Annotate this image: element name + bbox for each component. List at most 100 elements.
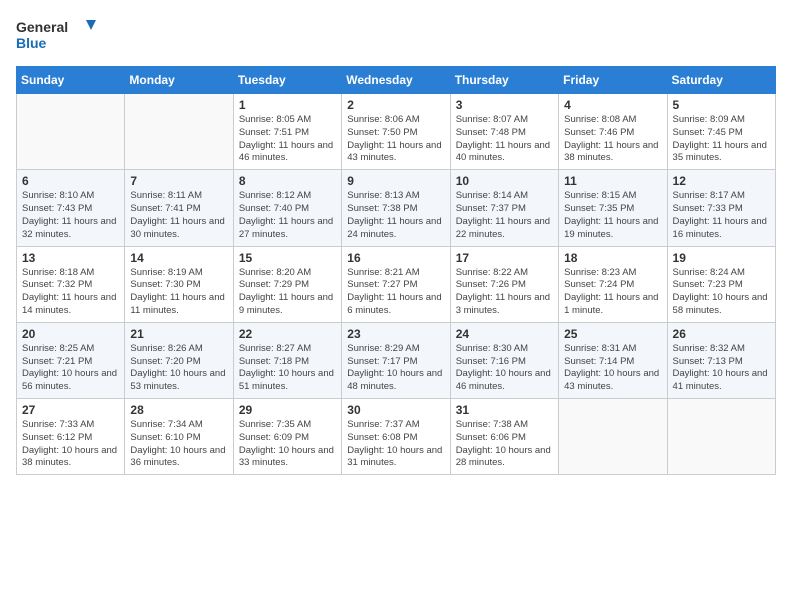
day-info: Sunrise: 8:17 AM Sunset: 7:33 PM Dayligh… <box>673 190 770 241</box>
calendar-day-cell: 10 Sunrise: 8:14 AM Sunset: 7:37 PM Dayli… <box>450 170 558 246</box>
calendar-day-cell: 12 Sunrise: 8:17 AM Sunset: 7:33 PM Dayli… <box>667 170 775 246</box>
day-info: Sunrise: 8:15 AM Sunset: 7:35 PM Dayligh… <box>564 190 661 241</box>
day-number: 11 <box>564 174 661 188</box>
calendar-day-cell: 26Sunrise: 8:32 AM Sunset: 7:13 PM Dayli… <box>667 322 775 398</box>
day-info: Sunrise: 8:07 AM Sunset: 7:48 PM Dayligh… <box>456 114 553 165</box>
day-number: 2 <box>347 98 444 112</box>
day-number: 22 <box>239 327 336 341</box>
day-number: 12 <box>673 174 770 188</box>
day-number: 28 <box>130 403 227 417</box>
calendar-week-row: 1 Sunrise: 8:05 AM Sunset: 7:51 PM Daylig… <box>17 94 776 170</box>
day-number: 23 <box>347 327 444 341</box>
calendar-day-cell: 22 Sunrise: 8:27 AM Sunset: 7:18 PM Dayli… <box>233 322 341 398</box>
day-info: Sunrise: 8:29 AM Sunset: 7:17 PM Dayligh… <box>347 343 444 394</box>
calendar-day-cell: 6 Sunrise: 8:10 AM Sunset: 7:43 PM Daylig… <box>17 170 125 246</box>
calendar-day-cell: 15 Sunrise: 8:20 AM Sunset: 7:29 PM Dayli… <box>233 246 341 322</box>
calendar-day-cell: 2Sunrise: 8:06 AM Sunset: 7:50 PM Daylig… <box>342 94 450 170</box>
calendar-day-cell: 20 Sunrise: 8:25 AM Sunset: 7:21 PM Dayli… <box>17 322 125 398</box>
calendar-day-cell: 5Sunrise: 8:09 AM Sunset: 7:45 PM Daylig… <box>667 94 775 170</box>
day-number: 1 <box>239 98 336 112</box>
day-number: 16 <box>347 251 444 265</box>
calendar-day-cell: 19Sunrise: 8:24 AM Sunset: 7:23 PM Dayli… <box>667 246 775 322</box>
calendar-day-cell: 17Sunrise: 8:22 AM Sunset: 7:26 PM Dayli… <box>450 246 558 322</box>
day-info: Sunrise: 7:35 AM Sunset: 6:09 PM Dayligh… <box>239 419 336 470</box>
day-info: Sunrise: 8:11 AM Sunset: 7:41 PM Dayligh… <box>130 190 227 241</box>
svg-text:Blue: Blue <box>16 35 47 51</box>
weekday-header: Monday <box>125 67 233 94</box>
calendar-day-cell: 1 Sunrise: 8:05 AM Sunset: 7:51 PM Daylig… <box>233 94 341 170</box>
calendar-day-cell: 11 Sunrise: 8:15 AM Sunset: 7:35 PM Dayli… <box>559 170 667 246</box>
day-number: 30 <box>347 403 444 417</box>
day-info: Sunrise: 8:13 AM Sunset: 7:38 PM Dayligh… <box>347 190 444 241</box>
calendar-day-cell: 28 Sunrise: 7:34 AM Sunset: 6:10 PM Dayli… <box>125 399 233 475</box>
day-number: 10 <box>456 174 553 188</box>
day-info: Sunrise: 8:08 AM Sunset: 7:46 PM Dayligh… <box>564 114 661 165</box>
day-number: 17 <box>456 251 553 265</box>
calendar-day-cell: 14 Sunrise: 8:19 AM Sunset: 7:30 PM Dayli… <box>125 246 233 322</box>
day-info: Sunrise: 8:26 AM Sunset: 7:20 PM Dayligh… <box>130 343 227 394</box>
svg-text:General: General <box>16 19 68 35</box>
day-info: Sunrise: 8:19 AM Sunset: 7:30 PM Dayligh… <box>130 267 227 318</box>
calendar-day-cell: 31 Sunrise: 7:38 AM Sunset: 6:06 PM Dayli… <box>450 399 558 475</box>
calendar-day-cell: 23 Sunrise: 8:29 AM Sunset: 7:17 PM Dayli… <box>342 322 450 398</box>
day-number: 8 <box>239 174 336 188</box>
day-info: Sunrise: 7:38 AM Sunset: 6:06 PM Dayligh… <box>456 419 553 470</box>
day-info: Sunrise: 8:27 AM Sunset: 7:18 PM Dayligh… <box>239 343 336 394</box>
day-number: 15 <box>239 251 336 265</box>
day-number: 13 <box>22 251 119 265</box>
calendar-day-cell <box>17 94 125 170</box>
day-number: 3 <box>456 98 553 112</box>
day-info: Sunrise: 7:34 AM Sunset: 6:10 PM Dayligh… <box>130 419 227 470</box>
logo: General Blue <box>16 16 96 58</box>
day-info: Sunrise: 8:14 AM Sunset: 7:37 PM Dayligh… <box>456 190 553 241</box>
calendar-day-cell: 25Sunrise: 8:31 AM Sunset: 7:14 PM Dayli… <box>559 322 667 398</box>
day-info: Sunrise: 8:12 AM Sunset: 7:40 PM Dayligh… <box>239 190 336 241</box>
weekday-header: Friday <box>559 67 667 94</box>
day-number: 25 <box>564 327 661 341</box>
weekday-header: Saturday <box>667 67 775 94</box>
day-info: Sunrise: 8:10 AM Sunset: 7:43 PM Dayligh… <box>22 190 119 241</box>
calendar-table: SundayMondayTuesdayWednesdayThursdayFrid… <box>16 66 776 475</box>
day-number: 6 <box>22 174 119 188</box>
day-number: 31 <box>456 403 553 417</box>
day-info: Sunrise: 8:32 AM Sunset: 7:13 PM Dayligh… <box>673 343 770 394</box>
calendar-week-row: 27 Sunrise: 7:33 AM Sunset: 6:12 PM Dayli… <box>17 399 776 475</box>
calendar-header-row: SundayMondayTuesdayWednesdayThursdayFrid… <box>17 67 776 94</box>
calendar-day-cell: 30 Sunrise: 7:37 AM Sunset: 6:08 PM Dayli… <box>342 399 450 475</box>
day-number: 20 <box>22 327 119 341</box>
calendar-day-cell: 29 Sunrise: 7:35 AM Sunset: 6:09 PM Dayli… <box>233 399 341 475</box>
calendar-day-cell <box>125 94 233 170</box>
day-number: 4 <box>564 98 661 112</box>
day-info: Sunrise: 7:33 AM Sunset: 6:12 PM Dayligh… <box>22 419 119 470</box>
calendar-day-cell: 21Sunrise: 8:26 AM Sunset: 7:20 PM Dayli… <box>125 322 233 398</box>
day-info: Sunrise: 8:24 AM Sunset: 7:23 PM Dayligh… <box>673 267 770 318</box>
calendar-week-row: 6 Sunrise: 8:10 AM Sunset: 7:43 PM Daylig… <box>17 170 776 246</box>
calendar-day-cell: 13 Sunrise: 8:18 AM Sunset: 7:32 PM Dayli… <box>17 246 125 322</box>
day-info: Sunrise: 8:25 AM Sunset: 7:21 PM Dayligh… <box>22 343 119 394</box>
calendar-week-row: 20 Sunrise: 8:25 AM Sunset: 7:21 PM Dayli… <box>17 322 776 398</box>
weekday-header: Sunday <box>17 67 125 94</box>
day-number: 27 <box>22 403 119 417</box>
logo-svg: General Blue <box>16 16 96 58</box>
day-info: Sunrise: 8:20 AM Sunset: 7:29 PM Dayligh… <box>239 267 336 318</box>
day-number: 29 <box>239 403 336 417</box>
calendar-day-cell: 7 Sunrise: 8:11 AM Sunset: 7:41 PM Daylig… <box>125 170 233 246</box>
weekday-header: Wednesday <box>342 67 450 94</box>
day-info: Sunrise: 7:37 AM Sunset: 6:08 PM Dayligh… <box>347 419 444 470</box>
calendar-day-cell: 3 Sunrise: 8:07 AM Sunset: 7:48 PM Daylig… <box>450 94 558 170</box>
day-number: 14 <box>130 251 227 265</box>
day-number: 7 <box>130 174 227 188</box>
day-number: 24 <box>456 327 553 341</box>
calendar-week-row: 13 Sunrise: 8:18 AM Sunset: 7:32 PM Dayli… <box>17 246 776 322</box>
calendar-day-cell <box>667 399 775 475</box>
day-info: Sunrise: 8:05 AM Sunset: 7:51 PM Dayligh… <box>239 114 336 165</box>
day-number: 9 <box>347 174 444 188</box>
calendar-day-cell: 9 Sunrise: 8:13 AM Sunset: 7:38 PM Daylig… <box>342 170 450 246</box>
calendar-day-cell: 24 Sunrise: 8:30 AM Sunset: 7:16 PM Dayli… <box>450 322 558 398</box>
calendar-day-cell: 27 Sunrise: 7:33 AM Sunset: 6:12 PM Dayli… <box>17 399 125 475</box>
calendar-day-cell <box>559 399 667 475</box>
day-info: Sunrise: 8:18 AM Sunset: 7:32 PM Dayligh… <box>22 267 119 318</box>
day-number: 5 <box>673 98 770 112</box>
day-info: Sunrise: 8:30 AM Sunset: 7:16 PM Dayligh… <box>456 343 553 394</box>
day-info: Sunrise: 8:23 AM Sunset: 7:24 PM Dayligh… <box>564 267 661 318</box>
